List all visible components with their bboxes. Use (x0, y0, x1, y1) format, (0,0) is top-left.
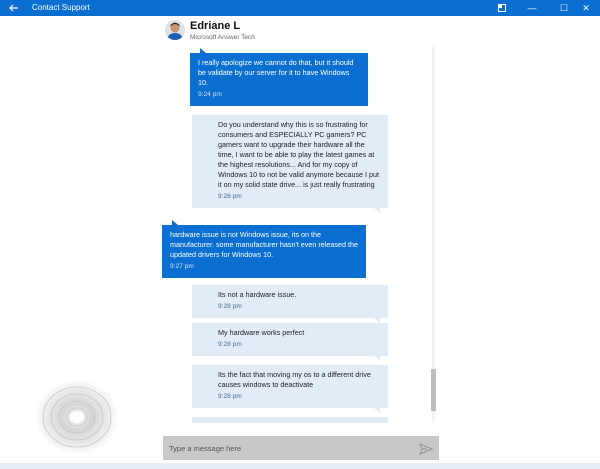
message-text: hardware issue is not Windows issue, its… (170, 230, 358, 259)
message-input[interactable] (163, 436, 413, 460)
decorative-swirl (30, 375, 125, 460)
message-composer (163, 436, 439, 460)
message-user: My hardware works perfect 9:28 pm (192, 323, 388, 361)
scroll-track[interactable] (432, 47, 435, 423)
message-user: Its not a hardware issue. 9:28 pm (192, 285, 388, 323)
title-bar: Contact Support — ☐ ✕ (0, 0, 600, 16)
agent-name: Edriane L (190, 20, 241, 32)
back-arrow-icon[interactable] (8, 2, 22, 14)
chat-header: Edriane L Microsoft Answer Tech (165, 16, 445, 46)
message-text: My hardware works perfect (218, 328, 305, 337)
message-time: 9:27 pm (170, 263, 194, 270)
scrollbar[interactable] (430, 47, 437, 423)
message-time: 9:28 pm (218, 341, 242, 348)
message-agent: I really apologize we cannot do that, bu… (190, 48, 368, 106)
send-icon[interactable] (419, 442, 434, 455)
snap-icon[interactable] (488, 0, 516, 16)
message-time: 9:26 pm (218, 193, 242, 200)
message-user-partial (192, 417, 388, 423)
bottom-strip (0, 463, 600, 469)
minimize-button[interactable]: — (518, 0, 546, 16)
scroll-thumb[interactable] (431, 369, 436, 411)
message-user: Do you understand why this is so frustra… (192, 115, 388, 213)
agent-role: Microsoft Answer Tech (190, 34, 255, 41)
avatar (165, 20, 185, 40)
message-list[interactable]: I really apologize we cannot do that, bu… (160, 47, 438, 423)
message-text: Its not a hardware issue. (218, 290, 297, 299)
message-text: I really apologize we cannot do that, bu… (198, 58, 354, 87)
message-agent: hardware issue is not Windows issue, its… (162, 220, 366, 278)
message-time: 9:28 pm (218, 393, 242, 400)
window-title: Contact Support (32, 3, 90, 12)
message-time: 9:24 pm (198, 91, 222, 98)
message-user: Its the fact that moving my os to a diff… (192, 365, 388, 413)
message-text: Do you understand why this is so frustra… (218, 120, 380, 189)
close-button[interactable]: ✕ (572, 0, 600, 16)
message-time: 9:28 pm (218, 303, 242, 310)
message-text: Its the fact that moving my os to a diff… (218, 370, 371, 389)
